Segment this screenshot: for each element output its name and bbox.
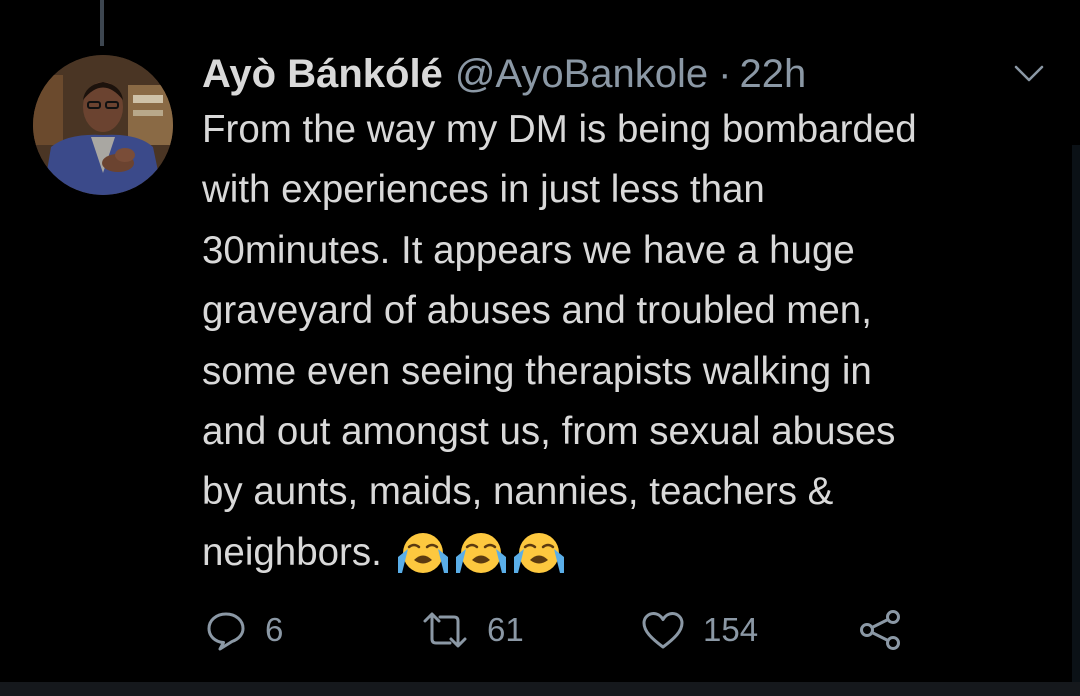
share-button[interactable] (858, 606, 902, 654)
like-count: 154 (703, 611, 759, 648)
reply-icon (207, 612, 245, 651)
thread-connector-line (100, 0, 104, 46)
retweet-icon (423, 612, 467, 648)
tweet-timestamp[interactable]: 22h (740, 52, 807, 97)
reply-count: 6 (265, 611, 284, 648)
like-button[interactable]: 154 (641, 606, 758, 654)
scroll-track (1072, 145, 1080, 685)
loudly-crying-face-icon (513, 532, 564, 573)
bottom-divider (0, 682, 1080, 696)
user-handle[interactable]: @AyoBankole (455, 52, 708, 97)
tweet-header: Ayò Bánkólé @AyoBankole · 22h (202, 48, 806, 100)
heart-icon (642, 612, 684, 649)
chevron-down-icon[interactable] (1013, 62, 1045, 86)
avatar-photo (33, 55, 173, 195)
header-separator: · (718, 51, 732, 96)
tweet-body: From the way my DM is being bombarded wi… (202, 100, 1062, 583)
avatar[interactable] (33, 55, 173, 195)
loudly-crying-face-icon (397, 532, 448, 573)
tweet-actions: 6 61 154 (0, 606, 1080, 656)
tweet-text: From the way my DM is being bombarded wi… (202, 108, 917, 574)
retweet-count: 61 (487, 611, 524, 648)
display-name[interactable]: Ayò Bánkólé (202, 52, 443, 97)
loudly-crying-face-icon (455, 532, 506, 573)
retweet-button[interactable]: 61 (421, 606, 524, 654)
share-icon (860, 610, 900, 650)
reply-button[interactable]: 6 (205, 606, 283, 654)
